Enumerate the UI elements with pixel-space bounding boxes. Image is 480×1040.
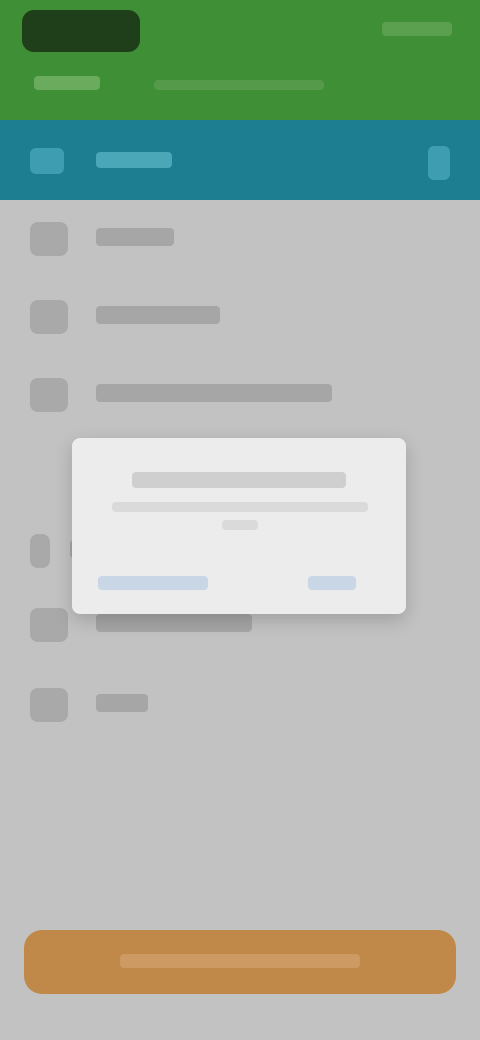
toolbar-title xyxy=(96,152,172,168)
toolbar xyxy=(0,120,480,200)
header-caption xyxy=(154,80,324,90)
item-icon xyxy=(30,300,68,334)
item-icon xyxy=(30,608,68,642)
menu-item-6[interactable] xyxy=(0,678,480,734)
dialog-negative-button[interactable] xyxy=(98,576,208,590)
dialog-message-continued xyxy=(222,520,258,530)
menu-item-label xyxy=(96,384,332,402)
header-bar xyxy=(0,0,480,120)
status-indicator xyxy=(382,22,452,36)
dialog-title xyxy=(132,472,346,488)
menu-item-label xyxy=(96,306,220,324)
menu-item-1[interactable] xyxy=(0,212,480,268)
item-icon xyxy=(30,378,68,412)
menu-item-label xyxy=(96,228,174,246)
header-subtitle xyxy=(34,76,100,90)
item-icon xyxy=(30,534,50,568)
item-icon xyxy=(30,688,68,722)
bottom-action-button[interactable] xyxy=(24,930,456,994)
bottom-action-label xyxy=(120,954,360,968)
back-icon[interactable] xyxy=(30,148,64,174)
confirm-dialog xyxy=(72,438,406,614)
logo xyxy=(22,10,140,52)
dialog-positive-button[interactable] xyxy=(308,576,356,590)
menu-item-label xyxy=(96,694,148,712)
content-area xyxy=(0,200,480,1040)
dialog-message xyxy=(112,502,368,512)
item-icon xyxy=(30,222,68,256)
menu-item-label xyxy=(96,614,252,632)
menu-item-2[interactable] xyxy=(0,290,480,346)
overflow-menu-icon[interactable] xyxy=(428,146,450,180)
menu-item-3[interactable] xyxy=(0,368,480,424)
